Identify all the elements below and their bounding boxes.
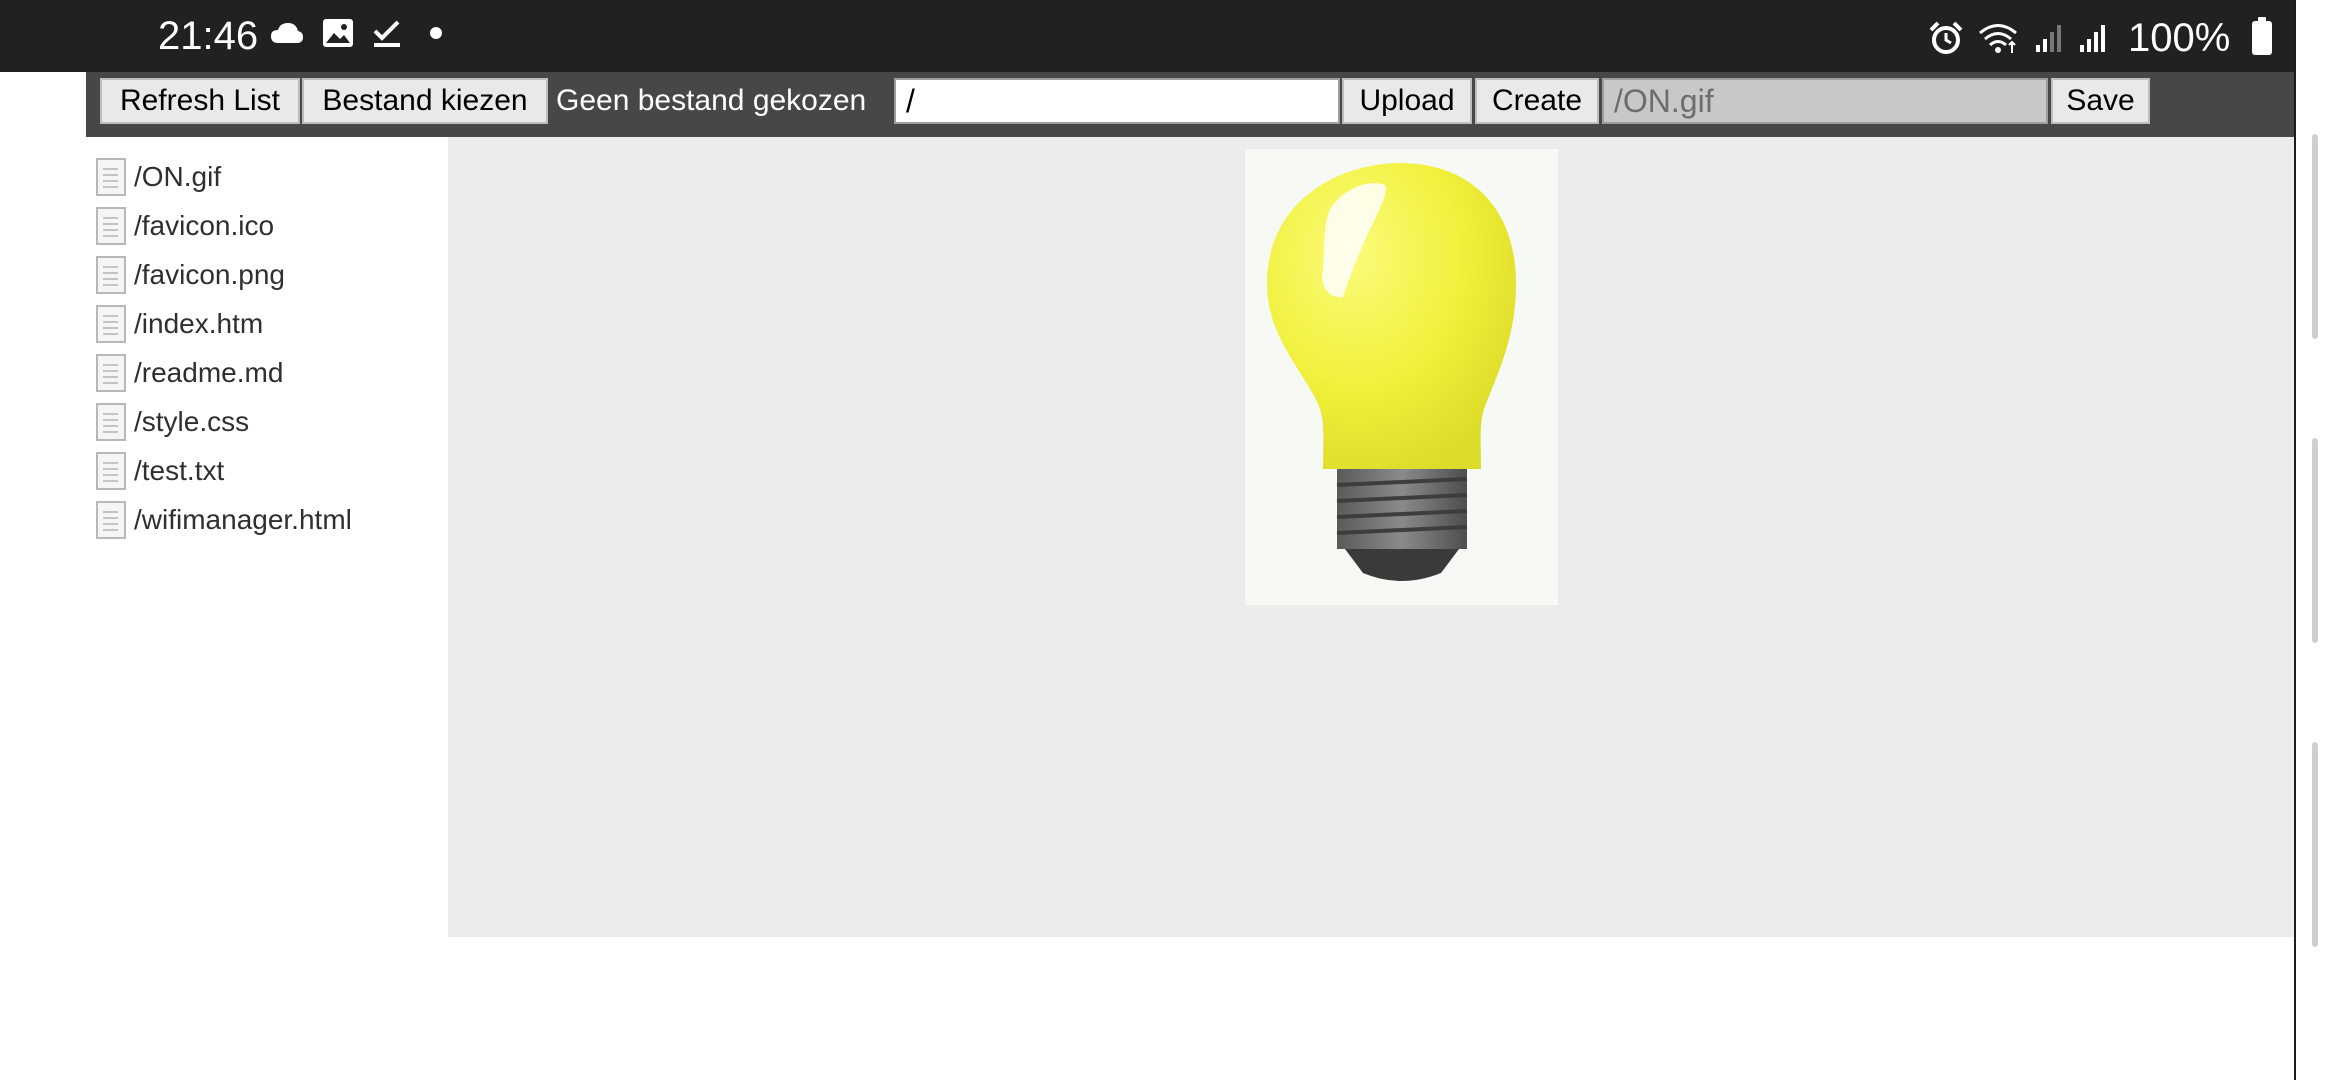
file-item[interactable]: /readme.md: [96, 348, 436, 397]
gallery-icon: [323, 19, 353, 47]
file-icon: [96, 500, 126, 539]
scrollbar-thumb[interactable]: [2312, 742, 2318, 947]
status-bar: 21:46 100%: [0, 0, 2294, 72]
file-icon: [96, 157, 126, 196]
preview-area: [448, 137, 2294, 937]
file-name[interactable]: /readme.md: [134, 357, 283, 389]
file-item[interactable]: /favicon.png: [96, 250, 436, 299]
file-name[interactable]: /favicon.ico: [134, 210, 274, 242]
file-icon: [96, 304, 126, 343]
battery-level: 100%: [2128, 16, 2231, 60]
file-icon: [96, 206, 126, 245]
system-icons: 100%: [1928, 14, 2273, 62]
alarm-icon: [1929, 21, 1963, 54]
scrollbar-thumb[interactable]: [2312, 134, 2318, 339]
notification-icons: [270, 18, 444, 48]
save-button[interactable]: Save: [2051, 78, 2150, 124]
signal-icon: [2080, 25, 2105, 52]
check-icon: [373, 20, 400, 47]
file-name[interactable]: /test.txt: [134, 455, 224, 487]
signal-icon: [2036, 25, 2061, 52]
file-name[interactable]: /index.htm: [134, 308, 263, 340]
file-list: /ON.gif /favicon.ico /favicon.png /index…: [96, 152, 436, 544]
file-name[interactable]: /favicon.png: [134, 259, 285, 291]
wifi-icon: [1979, 24, 2017, 53]
file-item[interactable]: /style.css: [96, 397, 436, 446]
file-name[interactable]: /ON.gif: [134, 161, 221, 193]
no-file-label: Geen bestand gekozen: [556, 84, 867, 117]
upload-path-input[interactable]: /: [894, 78, 1340, 124]
lightbulb-icon: [1267, 163, 1516, 581]
battery-icon: [2252, 17, 2273, 55]
file-item[interactable]: /test.txt: [96, 446, 436, 495]
file-icon: [96, 451, 126, 490]
file-item[interactable]: /ON.gif: [96, 152, 436, 201]
refresh-list-button[interactable]: Refresh List: [100, 78, 300, 124]
file-item[interactable]: /favicon.ico: [96, 201, 436, 250]
image-preview: [1245, 149, 1558, 605]
file-name[interactable]: /wifimanager.html: [134, 504, 352, 536]
create-button[interactable]: Create: [1475, 78, 1599, 124]
cloud-icon: [271, 23, 303, 43]
file-name[interactable]: /style.css: [134, 406, 249, 438]
dot-icon: [430, 27, 442, 39]
file-item[interactable]: /wifimanager.html: [96, 495, 436, 544]
file-item[interactable]: /index.htm: [96, 299, 436, 348]
file-icon: [96, 255, 126, 294]
toolbar: Refresh List Bestand kiezen Geen bestand…: [86, 72, 2294, 137]
status-time: 21:46: [158, 14, 259, 58]
choose-file-button[interactable]: Bestand kiezen: [302, 78, 548, 124]
scrollbar-thumb[interactable]: [2312, 438, 2318, 643]
edit-path-input[interactable]: /ON.gif: [1602, 78, 2048, 124]
file-icon: [96, 402, 126, 441]
file-icon: [96, 353, 126, 392]
upload-button[interactable]: Upload: [1342, 78, 1472, 124]
